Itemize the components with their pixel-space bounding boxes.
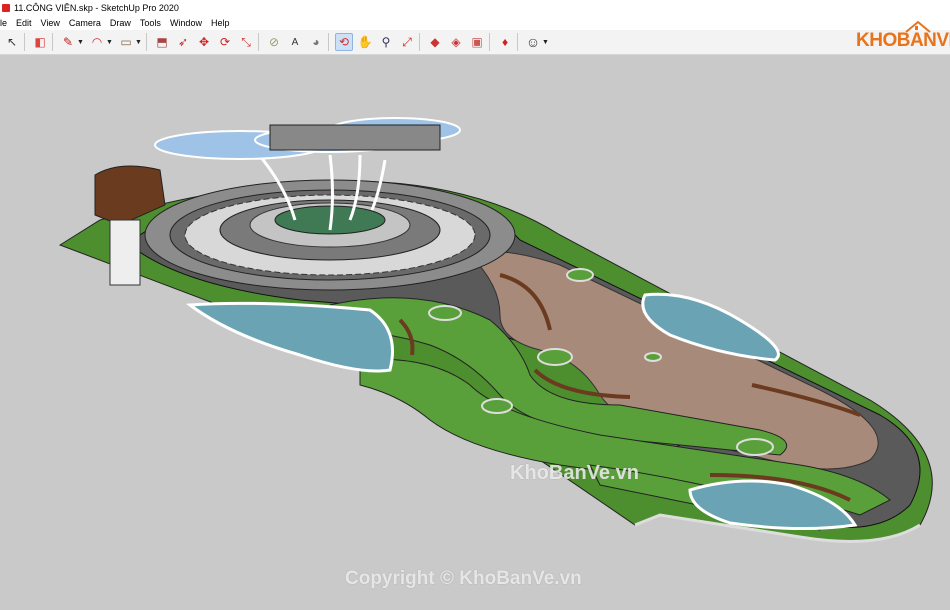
arc-icon: ◠	[91, 35, 103, 49]
menu-help[interactable]: Help	[211, 18, 230, 28]
warehouse-icon: ◆	[430, 35, 440, 49]
toolbar-separator	[517, 33, 518, 51]
extension-warehouse-icon: ◈	[451, 35, 461, 49]
zoom-extents-icon: ⤢	[402, 34, 412, 49]
select-icon: ↖	[6, 35, 18, 49]
toolbar-separator	[52, 33, 53, 51]
follow-me-icon: ➶	[177, 35, 189, 49]
select-tool-button[interactable]: ↖	[3, 33, 21, 51]
watermark-center: KhoBanVe.vn	[510, 462, 639, 484]
paint-bucket-icon: ◕	[312, 35, 320, 49]
menu-camera[interactable]: Camera	[69, 18, 101, 28]
rectangle-dropdown[interactable]: ▼	[135, 39, 143, 46]
orbit-icon: ⟲	[338, 35, 350, 49]
arc-dropdown[interactable]: ▼	[106, 39, 114, 46]
rotate-tool-button[interactable]: ⟳	[216, 33, 234, 51]
paint-bucket-tool-button[interactable]: ◕	[307, 33, 325, 51]
tape-measure-icon: ⊘	[268, 35, 280, 49]
ruby-console-button[interactable]: ♦	[496, 33, 514, 51]
scale-icon: ⤡	[241, 34, 251, 49]
zoom-extents-tool-button[interactable]: ⤢	[398, 33, 416, 51]
push-pull-tool-button[interactable]: ⬒	[153, 33, 171, 51]
send-to-layout-button[interactable]: ▣	[468, 33, 486, 51]
rectangle-icon: ▭	[120, 35, 132, 49]
account-icon: ☺	[525, 34, 541, 50]
tree-planter	[428, 305, 462, 321]
pan-tool-button[interactable]: ✋	[356, 33, 374, 51]
menu-bar: ile Edit View Camera Draw Tools Window H…	[0, 16, 950, 30]
ruby-icon: ♦	[501, 35, 509, 49]
menu-draw[interactable]: Draw	[110, 18, 131, 28]
tree-planter	[566, 268, 594, 282]
eraser-icon: ◧	[34, 35, 46, 49]
toolbar-separator	[328, 33, 329, 51]
3d-warehouse-button[interactable]: ◆	[426, 33, 444, 51]
arc-tool-button[interactable]: ◠	[88, 33, 106, 51]
pencil-tool-button[interactable]: ✎	[59, 33, 77, 51]
pond-left	[185, 301, 394, 373]
send-to-layout-icon: ▣	[471, 35, 483, 49]
scale-tool-button[interactable]: ⤡	[237, 33, 255, 51]
rectangle-tool-button[interactable]: ▭	[117, 33, 135, 51]
title-bar: 11.CÔNG VIÊN.skp - SketchUp Pro 2020	[0, 0, 950, 16]
pencil-dropdown[interactable]: ▼	[77, 39, 85, 46]
window-title: 11.CÔNG VIÊN.skp - SketchUp Pro 2020	[14, 3, 179, 13]
sketchup-app-icon	[2, 4, 10, 12]
account-button[interactable]: ☺	[524, 33, 542, 51]
text-icon: A	[291, 36, 299, 48]
toolbar: ↖ ◧ ✎ ▼ ◠ ▼ ▭ ▼ ⬒ ➶ ✥ ⟳ ⤡ ⊘ A ◕ ⟲ ✋ ⚲ ⤢ …	[0, 30, 950, 55]
toolbar-separator	[258, 33, 259, 51]
shelter-base	[109, 219, 141, 286]
tree-planter	[644, 352, 662, 362]
text-tool-button[interactable]: A	[286, 33, 304, 51]
tree-planter	[537, 348, 573, 366]
push-pull-icon: ⬒	[156, 35, 168, 49]
move-icon: ✥	[198, 35, 210, 49]
move-tool-button[interactable]: ✥	[195, 33, 213, 51]
menu-tools[interactable]: Tools	[140, 18, 161, 28]
eraser-tool-button[interactable]: ◧	[31, 33, 49, 51]
modeling-viewport[interactable]	[0, 55, 950, 610]
pencil-icon: ✎	[62, 35, 74, 49]
toolbar-separator	[419, 33, 420, 51]
extension-warehouse-button[interactable]: ◈	[447, 33, 465, 51]
toolbar-separator	[146, 33, 147, 51]
toolbar-separator	[24, 33, 25, 51]
orbit-tool-button[interactable]: ⟲	[335, 33, 353, 51]
tree-planter	[481, 398, 513, 414]
tape-measure-tool-button[interactable]: ⊘	[265, 33, 283, 51]
menu-view[interactable]: View	[41, 18, 60, 28]
rear-pavilion	[269, 124, 441, 151]
rotate-icon: ⟳	[219, 35, 231, 49]
toolbar-separator	[489, 33, 490, 51]
menu-window[interactable]: Window	[170, 18, 202, 28]
menu-edit[interactable]: Edit	[16, 18, 32, 28]
follow-me-tool-button[interactable]: ➶	[174, 33, 192, 51]
zoom-tool-button[interactable]: ⚲	[377, 33, 395, 51]
pan-icon: ✋	[357, 35, 373, 49]
menu-file[interactable]: ile	[0, 18, 7, 28]
account-dropdown[interactable]: ▼	[542, 39, 550, 46]
khobanve-logo-text: KHOBANVE	[856, 30, 950, 51]
watermark-bottom: Copyright © KhoBanVe.vn	[345, 568, 582, 589]
tree-planter	[736, 438, 774, 456]
zoom-icon: ⚲	[381, 35, 391, 49]
